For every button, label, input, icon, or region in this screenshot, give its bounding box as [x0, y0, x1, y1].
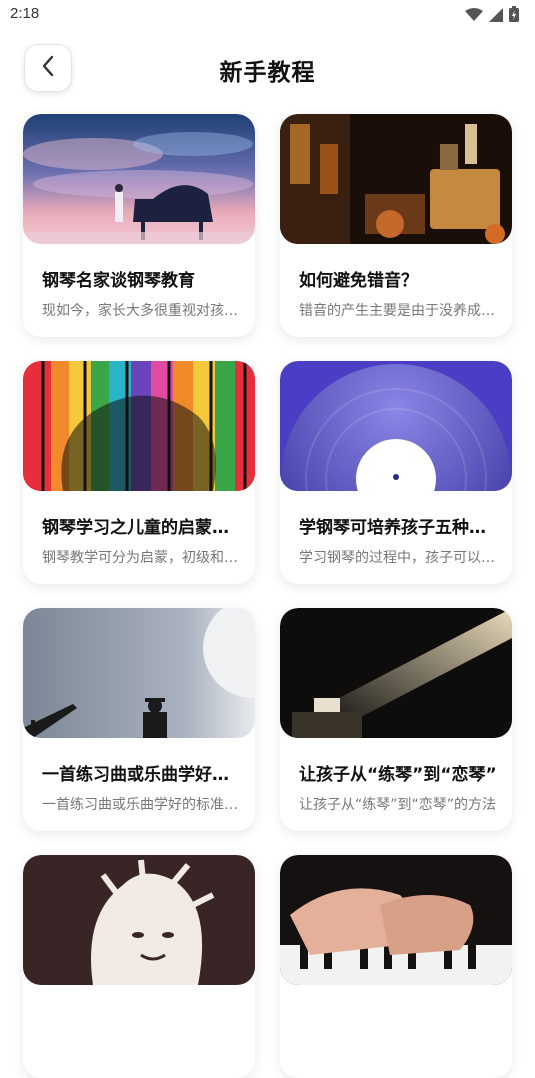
article-title: 一首练习曲或乐曲学好的标准 — [42, 765, 242, 785]
article-card[interactable]: 一首练习曲或乐曲学好的标准 一首练习曲或乐曲学好的标准是什么 — [23, 608, 255, 831]
status-icons — [465, 6, 519, 26]
article-thumbnail — [280, 855, 512, 985]
article-thumbnail — [280, 608, 512, 738]
article-card[interactable]: 钢琴名家谈钢琴教育 现如今，家长大多很重视对孩子的教育 — [23, 114, 255, 337]
battery-icon — [509, 6, 519, 26]
article-title: 钢琴名家谈钢琴教育 — [42, 271, 195, 291]
article-thumbnail — [280, 361, 512, 491]
article-thumbnail — [23, 361, 255, 491]
article-summary: 现如今，家长大多很重视对孩子的教育 — [42, 303, 242, 319]
article-thumbnail — [23, 608, 255, 738]
article-grid: 钢琴名家谈钢琴教育 现如今，家长大多很重视对孩子的教育 如何避免错音？ 错音的产… — [23, 114, 512, 1078]
article-thumbnail — [23, 855, 255, 985]
article-title: 学钢琴可培养孩子五种能力 — [299, 518, 499, 538]
wifi-icon — [465, 7, 483, 26]
article-thumbnail — [280, 114, 512, 244]
article-summary: 学习钢琴的过程中，孩子可以学到很多 — [299, 550, 499, 566]
article-card[interactable] — [23, 855, 255, 1078]
article-title: 让孩子从“练琴”到“恋琴” — [299, 765, 497, 785]
page-title: 新手教程 — [219, 60, 316, 86]
article-summary: 钢琴教学可分为启蒙，初级和中级阶段 — [42, 550, 242, 566]
cell-signal-icon — [489, 7, 503, 26]
article-title: 钢琴学习之儿童的启蒙教育 — [42, 518, 242, 538]
article-summary: 错音的产生主要是由于没养成良好习惯 — [299, 303, 499, 319]
article-card[interactable] — [280, 855, 512, 1078]
article-card[interactable]: 让孩子从“练琴”到“恋琴” 让孩子从“练琴”到“恋琴”的方法 — [280, 608, 512, 831]
header: 新手教程 — [0, 42, 535, 96]
article-summary: 让孩子从“练琴”到“恋琴”的方法 — [299, 797, 497, 813]
article-thumbnail — [23, 114, 255, 244]
article-title: 如何避免错音？ — [299, 271, 418, 291]
status-bar: 2:18 — [0, 0, 535, 30]
article-summary: 一首练习曲或乐曲学好的标准是什么 — [42, 797, 242, 813]
status-time: 2:18 — [10, 5, 40, 22]
article-card[interactable]: 钢琴学习之儿童的启蒙教育 钢琴教学可分为启蒙，初级和中级阶段 — [23, 361, 255, 584]
article-card[interactable]: 学钢琴可培养孩子五种能力 学习钢琴的过程中，孩子可以学到很多 — [280, 361, 512, 584]
article-card[interactable]: 如何避免错音？ 错音的产生主要是由于没养成良好习惯 — [280, 114, 512, 337]
